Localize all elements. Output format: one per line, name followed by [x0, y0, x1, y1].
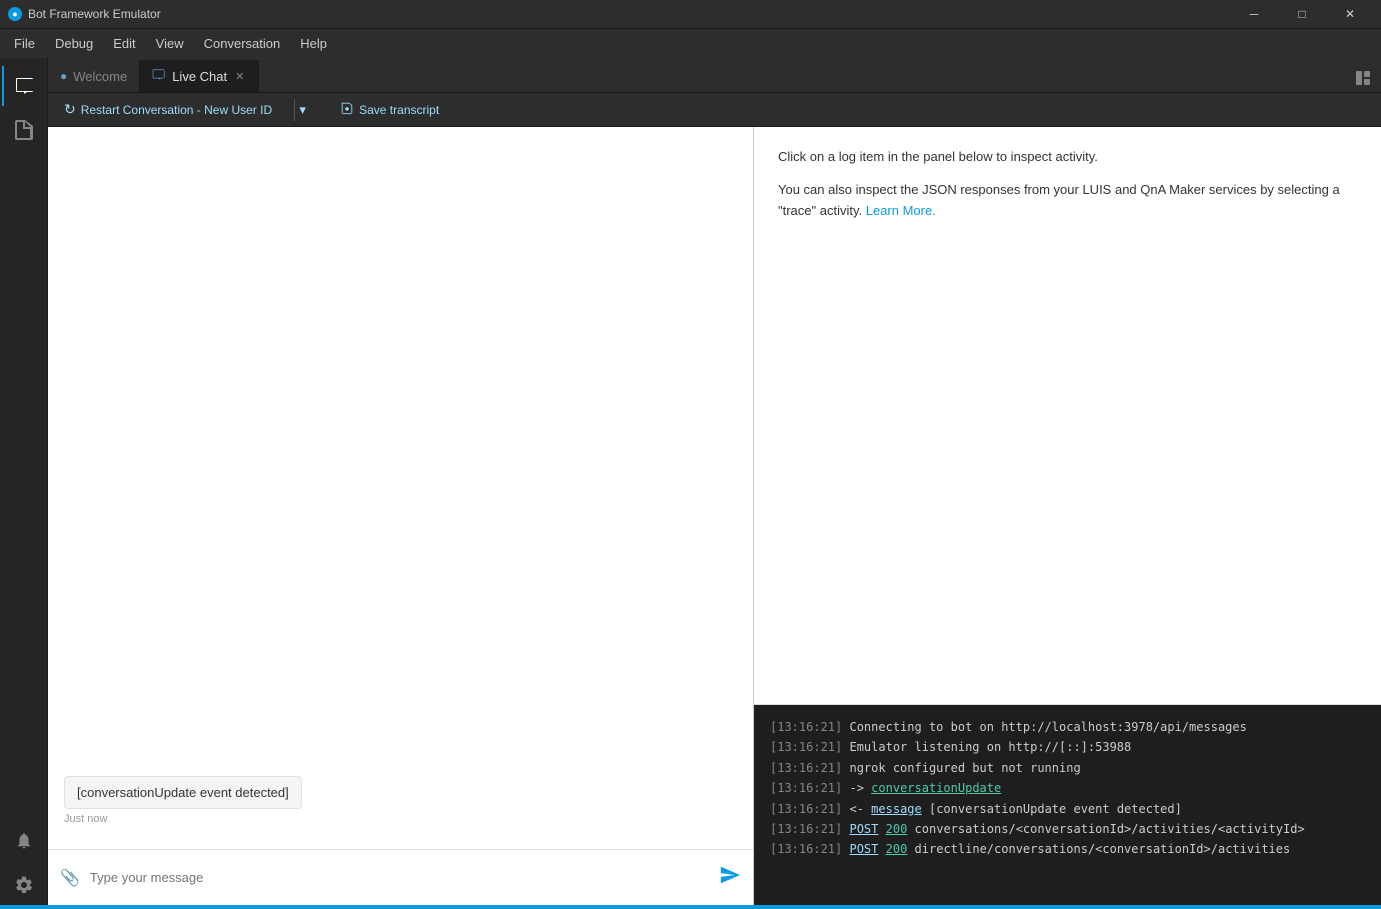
chat-input[interactable]: [90, 870, 709, 885]
chat-bubble-text: [conversationUpdate event detected]: [77, 785, 289, 800]
sidebar-document-icon[interactable]: [2, 110, 46, 150]
log-line-6: [13:16:21] POST 200 conversations/<conve…: [770, 819, 1365, 839]
close-button[interactable]: ✕: [1327, 0, 1373, 28]
tab-livechat-label: Live Chat: [172, 69, 227, 84]
log-line-1: [13:16:21] Connecting to bot on http://l…: [770, 717, 1365, 737]
chat-message-item: [conversationUpdate event detected] Just…: [64, 776, 737, 825]
sidebar-top: [0, 66, 47, 150]
log-post-1[interactable]: POST: [849, 822, 878, 836]
app-body: ● Welcome Live Chat ✕ ↻ Restart Conversa…: [0, 58, 1381, 905]
chat-bubble: [conversationUpdate event detected]: [64, 776, 302, 809]
send-icon[interactable]: [719, 864, 741, 891]
menu-file[interactable]: File: [4, 32, 45, 55]
main: ● Welcome Live Chat ✕ ↻ Restart Conversa…: [48, 58, 1381, 905]
sidebar-bottom: [0, 821, 47, 905]
log-line-2: [13:16:21] Emulator listening on http://…: [770, 737, 1365, 757]
inspector-hint1: Click on a log item in the panel below t…: [778, 147, 1357, 168]
chat-input-area: 📎: [48, 849, 753, 905]
save-icon: [340, 101, 354, 118]
attach-icon[interactable]: 📎: [60, 868, 80, 888]
tab-livechat-close[interactable]: ✕: [233, 68, 246, 85]
log-panel: [13:16:21] Connecting to bot on http://l…: [754, 705, 1381, 905]
tabs: ● Welcome Live Chat ✕: [48, 58, 1381, 93]
inspector-top: Click on a log item in the panel below t…: [754, 127, 1381, 705]
log-line-7: [13:16:21] POST 200 directline/conversat…: [770, 839, 1365, 859]
livechat-tab-icon: [152, 68, 166, 85]
log-post-2[interactable]: POST: [849, 842, 878, 856]
menu-view[interactable]: View: [146, 32, 194, 55]
log-200-1[interactable]: 200: [886, 822, 908, 836]
restart-icon: ↻: [64, 101, 76, 118]
chat-timestamp: Just now: [64, 813, 107, 825]
restart-label: Restart Conversation - New User ID: [81, 103, 272, 117]
content: [conversationUpdate event detected] Just…: [48, 127, 1381, 905]
log-line-3: [13:16:21] ngrok configured but not runn…: [770, 758, 1365, 778]
titlebar: ● Bot Framework Emulator ─ □ ✕: [0, 0, 1381, 28]
sidebar: [0, 58, 48, 905]
sidebar-chat-icon[interactable]: [2, 66, 46, 106]
log-line-4: [13:16:21] -> conversationUpdate: [770, 778, 1365, 798]
chat-messages: [conversationUpdate event detected] Just…: [48, 127, 753, 849]
titlebar-left: ● Bot Framework Emulator: [8, 7, 161, 21]
app-title: Bot Framework Emulator: [28, 7, 161, 21]
save-transcript-button[interactable]: Save transcript: [334, 98, 445, 121]
bottom-accent-bar: [0, 905, 1381, 909]
minimize-button[interactable]: ─: [1231, 0, 1277, 28]
sidebar-bell-icon[interactable]: [2, 821, 46, 861]
menu-debug[interactable]: Debug: [45, 32, 103, 55]
dropdown-arrow-icon: ▾: [299, 102, 306, 118]
log-line-5: [13:16:21] <- message [conversationUpdat…: [770, 799, 1365, 819]
save-label: Save transcript: [359, 103, 439, 117]
inspector-panel: Click on a log item in the panel below t…: [754, 127, 1381, 905]
tab-layout-button[interactable]: [1349, 64, 1377, 92]
tab-welcome[interactable]: ● Welcome: [48, 60, 140, 92]
menubar: File Debug Edit View Conversation Help: [0, 28, 1381, 58]
tab-welcome-label: Welcome: [73, 69, 127, 84]
chat-panel: [conversationUpdate event detected] Just…: [48, 127, 754, 905]
titlebar-controls: ─ □ ✕: [1231, 0, 1373, 28]
menu-edit[interactable]: Edit: [103, 32, 145, 55]
sidebar-settings-icon[interactable]: [2, 865, 46, 905]
tab-livechat[interactable]: Live Chat ✕: [140, 60, 259, 92]
toolbar: ↻ Restart Conversation - New User ID ▾ S…: [48, 93, 1381, 127]
app-icon: ●: [8, 7, 22, 21]
restart-dropdown-button[interactable]: ▾: [294, 99, 310, 121]
restart-conversation-button[interactable]: ↻ Restart Conversation - New User ID: [58, 98, 278, 121]
welcome-tab-icon: ●: [60, 69, 67, 83]
menu-conversation[interactable]: Conversation: [194, 32, 291, 55]
log-link-conversationupdate[interactable]: conversationUpdate: [871, 781, 1001, 795]
inspector-hint2: You can also inspect the JSON responses …: [778, 180, 1357, 222]
inspector-hint2-text: You can also inspect the JSON responses …: [778, 182, 1340, 218]
maximize-button[interactable]: □: [1279, 0, 1325, 28]
log-200-2[interactable]: 200: [886, 842, 908, 856]
learn-more-link[interactable]: Learn More.: [866, 203, 936, 218]
log-link-message[interactable]: message: [871, 802, 922, 816]
menu-help[interactable]: Help: [290, 32, 337, 55]
